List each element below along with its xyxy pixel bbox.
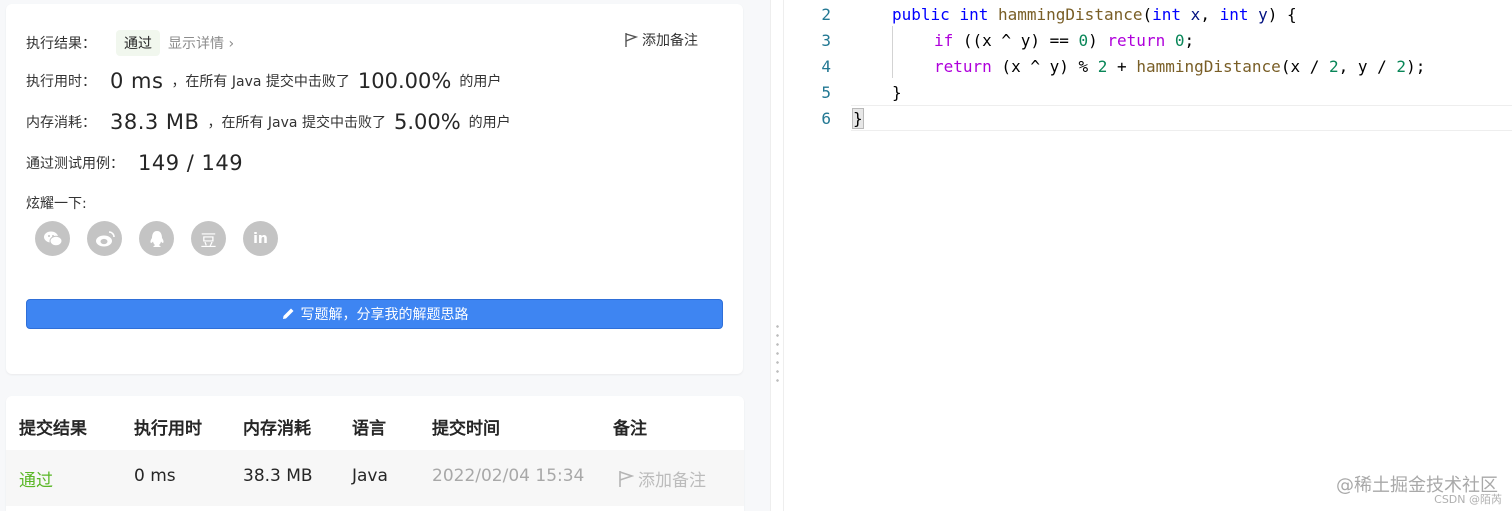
runtime-row: 执行用时： 0 ms ，在所有 Java 提交中击败了 100.00% 的用户	[26, 69, 501, 93]
header-result: 提交结果	[19, 419, 87, 439]
memory-mid: ，在所有 Java 提交中击败了	[207, 115, 386, 131]
code-text: }	[852, 106, 864, 132]
show-details-link[interactable]: 显示详情 ›	[168, 33, 234, 53]
header-memory: 内存消耗	[243, 419, 311, 439]
memory-suffix: 的用户	[468, 115, 511, 131]
code-line: 2 public int hammingDistance(int x, int …	[785, 2, 1512, 28]
status-badge: 通过	[116, 30, 160, 56]
share-label: 炫耀一下:	[26, 196, 87, 212]
row-runtime: 0 ms	[134, 466, 176, 486]
add-note-label: 添加备注	[642, 33, 698, 49]
linkedin-glyph: in	[253, 230, 268, 247]
qq-icon[interactable]	[139, 221, 174, 256]
weibo-icon[interactable]	[87, 221, 122, 256]
memory-row: 内存消耗： 38.3 MB ，在所有 Java 提交中击败了 5.00% 的用户	[26, 110, 511, 134]
write-solution-button[interactable]: 写题解，分享我的解题思路	[26, 299, 723, 329]
flag-icon	[619, 470, 634, 487]
flag-icon	[625, 33, 638, 47]
matched-bracket: }	[852, 108, 864, 129]
linkedin-icon[interactable]: in	[243, 221, 278, 256]
line-number: 4	[821, 57, 831, 76]
code-editor[interactable]: 2 public int hammingDistance(int x, int …	[785, 0, 1512, 511]
code-line: 6 }	[785, 106, 1512, 132]
wechat-icon[interactable]	[35, 221, 70, 256]
memory-value: 38.3 MB	[110, 110, 200, 134]
result-row: 执行结果： 通过 显示详情 ›	[26, 30, 234, 56]
share-icons: 豆 in	[35, 221, 278, 256]
runtime-suffix: 的用户	[459, 74, 502, 90]
header-runtime: 执行用时	[134, 419, 202, 439]
tests-label: 通过测试用例：	[26, 156, 124, 172]
row-note-label: 添加备注	[638, 471, 706, 491]
row-time: 2022/02/04 15:34	[432, 466, 585, 486]
header-time: 提交时间	[432, 419, 500, 439]
code-line: 4 return (x ^ y) % 2 + hammingDistance(x…	[785, 54, 1512, 80]
douban-glyph: 豆	[200, 230, 217, 250]
result-card: 执行结果： 通过 显示详情 › 添加备注 执行用时： 0 ms ，在所有 Jav…	[6, 4, 743, 374]
code-text: }	[892, 83, 902, 102]
row-result-link[interactable]: 通过	[19, 466, 53, 491]
row-memory: 38.3 MB	[243, 466, 313, 486]
row-add-note-button[interactable]: 添加备注	[618, 466, 706, 491]
submission-table: 提交结果 执行用时 内存消耗 语言 提交时间 备注 通过 0 ms 38.3 M…	[6, 396, 744, 511]
line-number: 5	[821, 83, 831, 102]
runtime-value: 0 ms	[110, 69, 164, 93]
tests-value: 149 / 149	[138, 151, 244, 175]
tests-row: 通过测试用例： 149 / 149	[26, 151, 251, 175]
memory-label: 内存消耗：	[26, 115, 96, 131]
code-text: if ((x ^ y) == 0) return 0;	[934, 31, 1195, 50]
line-number: 3	[821, 31, 831, 50]
drag-handle-icon[interactable]	[776, 322, 779, 382]
runtime-label: 执行用时：	[26, 74, 96, 90]
result-label: 执行结果：	[26, 36, 96, 52]
share-row: 炫耀一下:	[26, 193, 87, 213]
line-number: 6	[821, 109, 831, 128]
douban-icon[interactable]: 豆	[191, 221, 226, 256]
header-note: 备注	[613, 419, 647, 439]
memory-percent: 5.00%	[393, 110, 461, 134]
pencil-icon	[282, 308, 293, 319]
header-language: 语言	[352, 419, 386, 439]
code-line: 3 if ((x ^ y) == 0) return 0;	[785, 28, 1512, 54]
code-line: 5 }	[785, 80, 1512, 106]
submission-panel: 执行结果： 通过 显示详情 › 添加备注 执行用时： 0 ms ，在所有 Jav…	[0, 0, 770, 511]
code-text: public int hammingDistance(int x, int y)…	[892, 5, 1297, 24]
pane-splitter[interactable]	[770, 0, 784, 511]
table-row: 通过 0 ms 38.3 MB Java 2022/02/04 15:34 添加…	[6, 450, 744, 506]
runtime-mid: ，在所有 Java 提交中击败了	[171, 74, 350, 90]
write-solution-label: 写题解，分享我的解题思路	[300, 307, 469, 323]
watermark-small: CSDN @陌芮	[1434, 493, 1502, 506]
add-note-button[interactable]: 添加备注	[624, 30, 698, 50]
code-text: return (x ^ y) % 2 + hammingDistance(x /…	[934, 57, 1426, 76]
runtime-percent: 100.00%	[357, 69, 452, 93]
row-language: Java	[352, 466, 388, 486]
line-number: 2	[821, 5, 831, 24]
